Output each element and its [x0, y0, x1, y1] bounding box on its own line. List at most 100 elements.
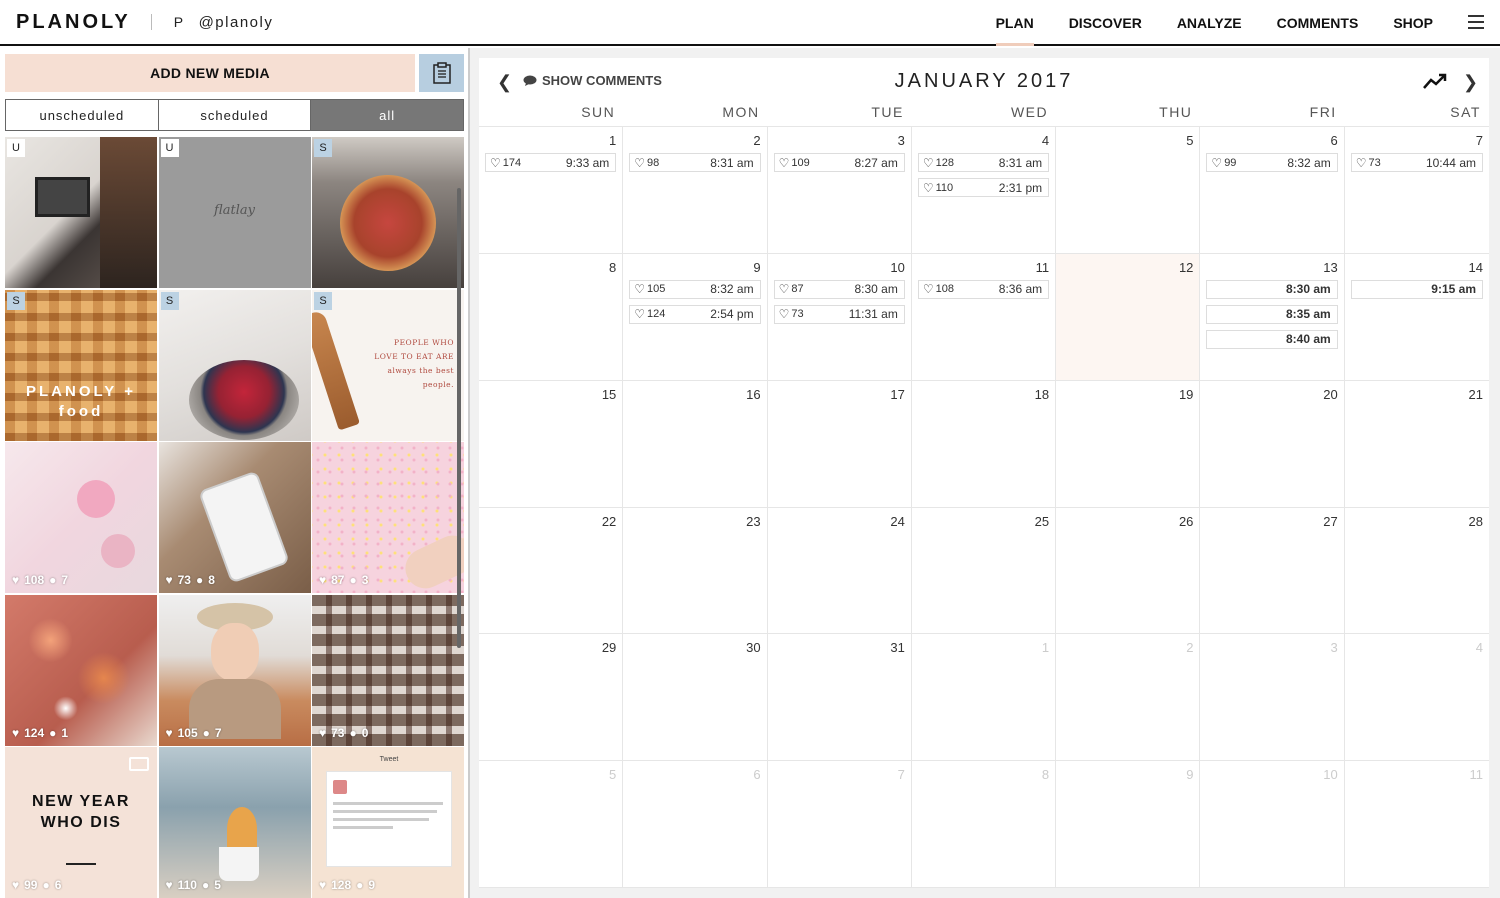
calendar-day[interactable]: 19	[1056, 380, 1201, 508]
media-tile[interactable]: S	[158, 289, 311, 441]
media-tile[interactable]: ♥ 108 ● 7	[5, 442, 157, 593]
media-tile[interactable]: flatlay U	[158, 137, 311, 288]
calendar-day[interactable]: 2	[1056, 634, 1201, 762]
calendar-day[interactable]: 29	[479, 634, 624, 762]
calendar-day[interactable]: 1	[911, 634, 1057, 762]
media-tile[interactable]: PEOPLE WHO LOVE TO EAT ARE always the be…	[312, 289, 464, 441]
calendar-day[interactable]: 25	[911, 507, 1057, 635]
calendar-day[interactable]: 10 ♡ 87 8:30 am ♡ 73 11:31 am	[767, 253, 912, 381]
filter-all[interactable]: all	[311, 100, 464, 130]
nav-shop[interactable]: SHOP	[1393, 0, 1433, 44]
scheduled-post[interactable]: ♡ 108 8:36 am	[917, 279, 1050, 299]
calendar-day[interactable]: 8	[911, 761, 1057, 888]
weekday-label: FRI	[1309, 104, 1337, 120]
nav-plan[interactable]: PLAN	[995, 0, 1034, 46]
likes-count: 87	[791, 283, 804, 296]
calendar-day[interactable]: 9 ♡ 105 8:32 am ♡ 124 2:54 pm	[623, 253, 768, 381]
media-tile[interactable]: PLANOLY + food S	[5, 289, 157, 441]
scheduled-post[interactable]: 9:15 am	[1350, 279, 1483, 299]
calendar-day[interactable]: 3	[1200, 634, 1345, 762]
calendar-day[interactable]: 22	[479, 507, 624, 635]
calendar-day[interactable]: 5	[1056, 127, 1201, 254]
hamburger-icon[interactable]	[1468, 15, 1484, 29]
calendar-day[interactable]: 7	[767, 761, 912, 888]
day-number: 10	[890, 259, 905, 275]
calendar-day[interactable]: 26	[1056, 507, 1201, 635]
add-new-media-button[interactable]: ADD NEW MEDIA	[5, 54, 415, 92]
calendar-day[interactable]: 1 ♡ 174 9:33 am	[479, 127, 624, 254]
media-tile[interactable]: S	[312, 137, 464, 288]
scheduled-post[interactable]: ♡ 128 8:31 am	[917, 153, 1050, 172]
media-tile[interactable]: Tweet ♥ 128 ● 9	[312, 747, 464, 898]
media-tile[interactable]: ♥ 73 ● 8	[158, 442, 311, 593]
scheduled-post[interactable]: ♡ 98 8:31 am	[629, 153, 761, 172]
calendar-day[interactable]: 14 9:15 am	[1344, 254, 1489, 381]
filter-unscheduled[interactable]: unscheduled	[6, 100, 159, 130]
calendar-day[interactable]: 7 ♡ 73 10:44 am	[1344, 127, 1489, 254]
calendar-day[interactable]: 11	[1344, 761, 1489, 888]
calendar: ❮ SHOW COMMENTS JANUARY 2017 ❯ SUN MON T…	[479, 58, 1489, 888]
tweet-title: Tweet	[379, 756, 399, 763]
day-number: 1	[1041, 640, 1050, 656]
calendar-day[interactable]: 11 ♡ 108 8:36 am	[911, 253, 1057, 381]
calendar-day[interactable]: 27	[1200, 507, 1345, 635]
calendar-day[interactable]: 23	[623, 507, 768, 635]
logo[interactable]: PLANOLY	[16, 11, 131, 34]
calendar-day[interactable]: 12	[1056, 253, 1201, 381]
calendar-day[interactable]: 4 ♡ 128 8:31 am ♡ 110 2:31 pm	[911, 127, 1057, 254]
scheduled-post[interactable]: ♡ 73 10:44 am	[1350, 153, 1483, 172]
nav-comments[interactable]: COMMENTS	[1277, 0, 1359, 44]
scheduled-post[interactable]: ♡ 105 8:32 am	[629, 279, 761, 299]
media-tile[interactable]: U	[5, 137, 157, 288]
media-tile[interactable]: ♥ 87 ● 3	[312, 442, 464, 593]
calendar-day[interactable]: 13 8:30 am 8:35 am 8:40 am	[1200, 253, 1345, 381]
account-switcher[interactable]: P @planoly	[174, 14, 274, 31]
calendar-day[interactable]: 8	[479, 253, 624, 381]
nav-analyze[interactable]: ANALYZE	[1177, 0, 1242, 44]
calendar-day[interactable]: 20	[1200, 380, 1345, 508]
calendar-day[interactable]: 2 ♡ 98 8:31 am	[623, 127, 768, 254]
calendar-day[interactable]: 3 ♡ 109 8:27 am	[767, 127, 912, 254]
calendar-day[interactable]: 30	[623, 634, 768, 762]
filter-scheduled[interactable]: scheduled	[158, 100, 312, 130]
scheduled-post[interactable]: 8:40 am	[1206, 329, 1338, 349]
calendar-day[interactable]: 21	[1344, 381, 1489, 508]
media-tile[interactable]: ♥ 124 ● 1	[5, 594, 157, 746]
day-number: 22	[601, 513, 617, 529]
calendar-day[interactable]: 18	[911, 380, 1057, 508]
calendar-day[interactable]: 28	[1344, 508, 1489, 635]
scheduled-post[interactable]: ♡ 109 8:27 am	[773, 153, 905, 172]
clipboard-button[interactable]	[419, 54, 464, 92]
calendar-day[interactable]: 16	[623, 380, 768, 508]
heart-icon: ♡	[922, 282, 934, 297]
media-tile[interactable]: ♥ 110 ● 5	[158, 747, 311, 898]
media-tile[interactable]: ♥ 105 ● 7	[158, 594, 311, 746]
scheduled-post[interactable]: ♡ 99 8:32 am	[1206, 153, 1338, 172]
next-month-icon[interactable]: ❯	[1463, 72, 1478, 93]
calendar-day[interactable]: 15	[479, 380, 624, 508]
calendar-day[interactable]: 10	[1200, 761, 1345, 888]
scheduled-post[interactable]: ♡ 110 2:31 pm	[917, 178, 1050, 197]
nav-discover[interactable]: DISCOVER	[1069, 0, 1142, 44]
scheduled-post[interactable]: 8:30 am	[1206, 279, 1338, 299]
post-time: 8:30 am	[1286, 282, 1331, 297]
calendar-day[interactable]: 31	[767, 634, 912, 762]
media-scrollbar[interactable]	[457, 188, 461, 648]
calendar-day[interactable]: 4	[1344, 634, 1489, 762]
media-tile[interactable]: ♥ 73 ● 0	[312, 594, 464, 746]
scheduled-post[interactable]: ♡ 73 11:31 am	[773, 304, 905, 324]
calendar-day[interactable]: 6	[623, 761, 768, 888]
calendar-day[interactable]: 24	[767, 507, 912, 635]
calendar-day[interactable]: 17	[767, 380, 912, 508]
scheduled-post[interactable]: ♡ 124 2:54 pm	[629, 304, 761, 324]
calendar-day[interactable]: 9	[1056, 761, 1201, 888]
scheduled-post[interactable]: ♡ 87 8:30 am	[773, 279, 905, 299]
calendar-day[interactable]: 5	[479, 761, 624, 888]
scheduled-post[interactable]: 8:35 am	[1206, 304, 1338, 324]
trend-icon[interactable]	[1423, 72, 1447, 90]
month-title: JANUARY 2017	[894, 70, 1074, 92]
scheduled-post[interactable]: ♡ 174 9:33 am	[485, 153, 617, 172]
calendar-day[interactable]: 6 ♡ 99 8:32 am	[1200, 127, 1345, 254]
media-tile[interactable]: NEW YEAR WHO DIS ♥ 99 ● 6	[5, 747, 157, 898]
likes-count: 110	[935, 181, 954, 194]
